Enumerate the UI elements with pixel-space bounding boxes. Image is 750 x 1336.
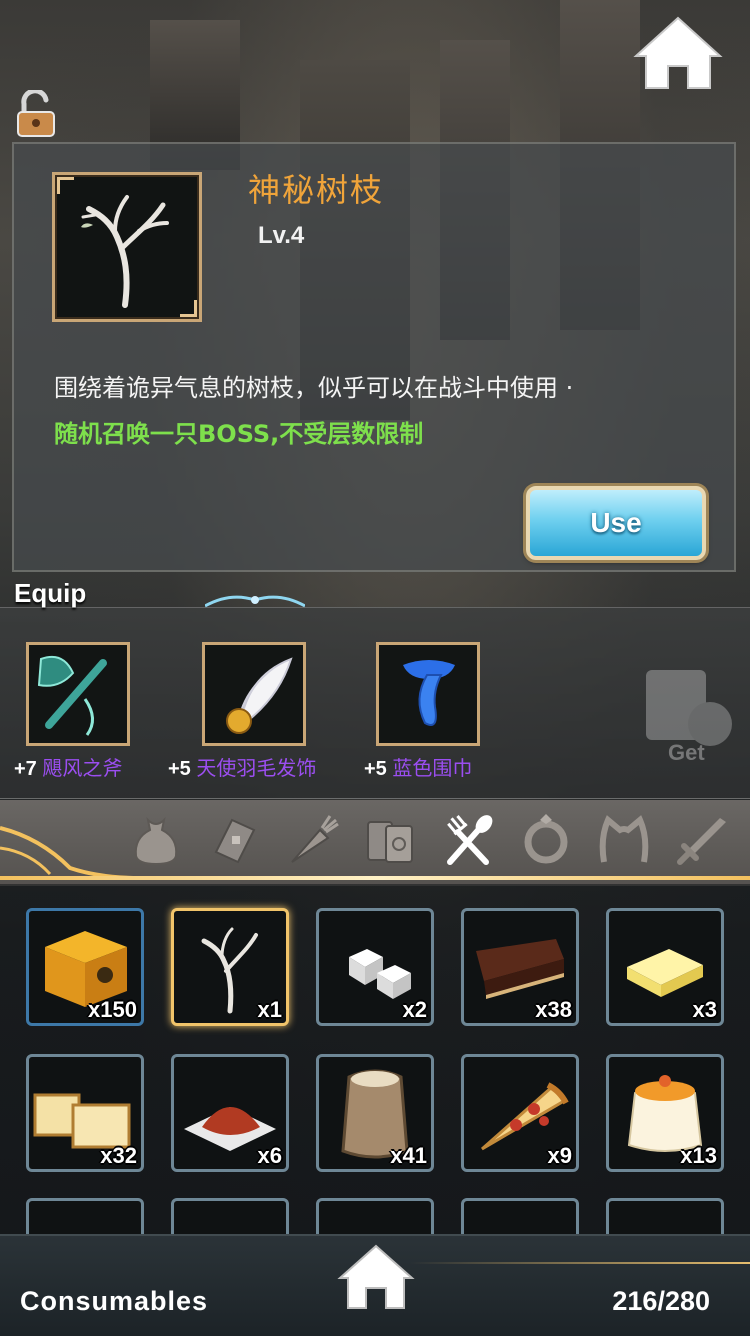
item-level: Lv.4 [258,222,305,249]
bag-icon [134,816,178,866]
inventory-slot[interactable]: x38 [461,908,579,1026]
home-button[interactable] [632,14,724,92]
fork-spoon-icon [447,815,493,865]
unlock-icon[interactable] [14,88,58,138]
item-count: x150 [88,997,137,1022]
category-underline [0,876,750,880]
category-tab-bag[interactable] [128,812,184,868]
equip-label-3: +5 蓝色围巾 [364,752,472,781]
item-count: x2 [402,997,427,1022]
scroll-icon [214,818,256,864]
category-tab-food[interactable] [440,812,496,868]
item-icon-frame [52,172,202,322]
swirl-ornament-icon [0,826,140,878]
item-effect: 随机召唤一只BOSS,不受层数限制 [54,420,424,448]
inventory-slot[interactable]: x13 [606,1054,724,1172]
inventory-slot[interactable]: x6 [171,1054,289,1172]
category-tab-ingredients[interactable] [284,812,340,868]
equip-label-1: +7 飓风之斧 [14,752,122,781]
equip-bonus: +7 [14,758,37,780]
use-button[interactable]: Use [526,486,706,560]
item-description: 围绕着诡异气息的树枝，似乎可以在战斗中使用 · [54,374,574,402]
category-title: Consumables [20,1286,209,1316]
equip-heading: Equip [14,578,87,608]
equip-slot-2[interactable] [202,642,306,746]
inventory-slot[interactable]: x3 [606,908,724,1026]
inventory-slot[interactable]: x2 [316,908,434,1026]
feather-hairpin-icon [226,657,293,734]
item-count: x3 [692,997,717,1022]
sword-icon [677,818,726,865]
item-count: x13 [680,1143,717,1168]
item-count: x1 [257,997,282,1022]
home-button[interactable] [336,1242,416,1312]
books-icon [367,821,413,863]
ornament-icon [205,595,305,608]
inventory-slot[interactable]: x41 [316,1054,434,1172]
category-tab-accessory[interactable] [518,812,574,868]
inventory-slot[interactable]: x1 [171,908,289,1026]
axe-icon [37,655,107,736]
category-tab-weapon[interactable] [674,812,730,868]
equip-label-2: +5 天使羽毛发饰 [168,752,316,781]
cat-ears-icon [599,815,649,863]
inventory-slot[interactable]: x32 [26,1054,144,1172]
item-count: x32 [100,1143,137,1168]
equip-bonus: +5 [364,758,387,780]
equip-name: 天使羽毛发饰 [196,756,317,780]
carrot-icon [291,815,339,863]
equip-name: 飓风之斧 [42,756,123,780]
equip-name: 蓝色围巾 [392,756,473,780]
item-count: x41 [390,1143,427,1168]
equip-slot-3[interactable] [376,642,480,746]
use-button-label: Use [590,507,642,538]
get-label: Get [668,740,705,765]
branch-icon [81,195,169,308]
home-icon [337,1244,415,1309]
home-icon [633,16,723,89]
scarf-icon [403,660,455,726]
ring-icon [524,814,568,864]
inventory-capacity: 216/280 [612,1286,710,1316]
inventory-slot[interactable]: x9 [461,1054,579,1172]
category-tab-books[interactable] [362,812,418,868]
equip-bonus: +5 [168,758,191,780]
item-count: x9 [547,1143,572,1168]
item-count: x38 [535,997,572,1022]
item-name: 神秘树枝 [248,171,385,209]
equip-slot-1[interactable] [26,642,130,746]
category-tab-headwear[interactable] [596,812,652,868]
item-count: x6 [257,1143,282,1168]
inventory-slot[interactable]: x150 [26,908,144,1026]
bottom-accent-line [410,1262,750,1264]
category-tab-scroll[interactable] [206,812,262,868]
